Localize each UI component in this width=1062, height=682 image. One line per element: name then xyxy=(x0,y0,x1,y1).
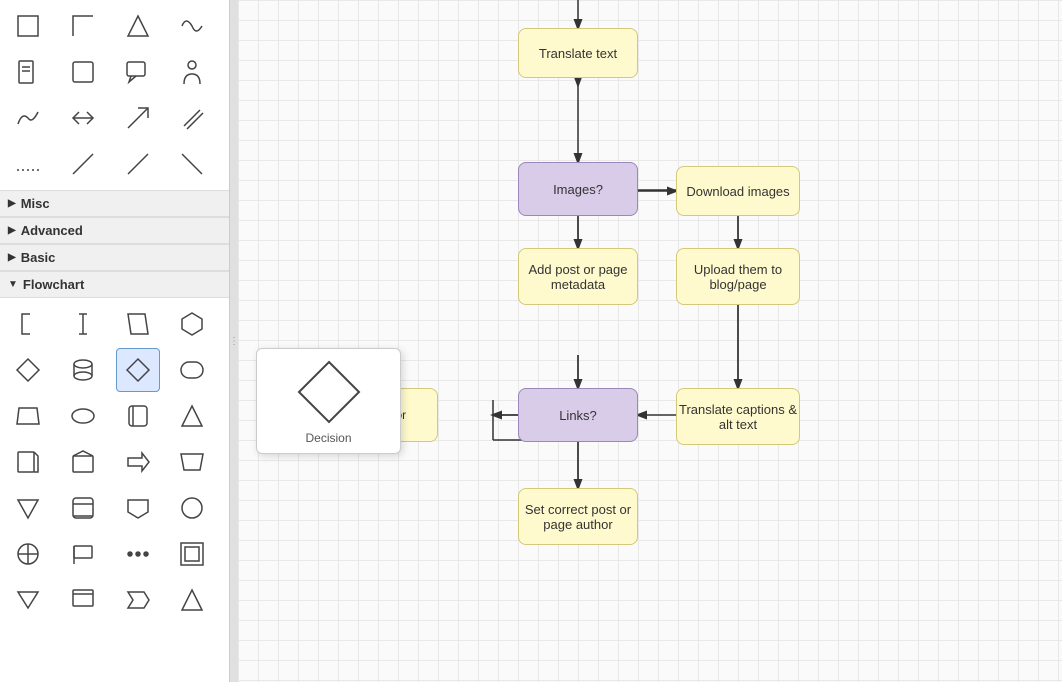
shape-bracket-both[interactable] xyxy=(61,302,105,346)
shapes-top-grid xyxy=(0,0,229,190)
shape-rectangle-multi[interactable] xyxy=(61,578,105,622)
tooltip-shape-name: Decision xyxy=(269,431,388,445)
node-upload-blog[interactable]: Upload them to blog/page xyxy=(676,248,800,305)
shape-wave[interactable] xyxy=(170,4,214,48)
shape-chevron[interactable] xyxy=(116,578,160,622)
advanced-arrow: ▶ xyxy=(8,225,16,236)
shape-person[interactable] xyxy=(170,50,214,94)
shape-dotted-line[interactable] xyxy=(6,142,50,186)
shape-ellipse[interactable] xyxy=(61,394,105,438)
shape-up-triangle2[interactable] xyxy=(170,578,214,622)
shape-diamond-selected[interactable] xyxy=(116,348,160,392)
node-translate-text[interactable]: Translate text xyxy=(518,28,638,78)
node-images[interactable]: Images? xyxy=(518,162,638,216)
shape-circle[interactable] xyxy=(170,486,214,530)
shape-arrow-right[interactable] xyxy=(116,440,160,484)
node-translate-captions[interactable]: Translate captions & alt text xyxy=(676,388,800,445)
shape-scroll[interactable] xyxy=(116,394,160,438)
shape-diagonal-arrow[interactable] xyxy=(116,96,160,140)
shape-target[interactable] xyxy=(6,532,50,576)
shape-backslash[interactable] xyxy=(170,142,214,186)
canvas-area[interactable]: Translate text Images? Download images A… xyxy=(238,0,1062,682)
section-flowchart[interactable]: ▼ Flowchart xyxy=(0,271,229,298)
shape-pencil[interactable] xyxy=(170,96,214,140)
shape-square-filled[interactable] xyxy=(61,50,105,94)
shape-triangle-down[interactable] xyxy=(6,486,50,530)
node-links[interactable]: Links? xyxy=(518,388,638,442)
shape-cylinder[interactable] xyxy=(61,348,105,392)
section-basic[interactable]: ▶ Basic xyxy=(0,244,229,271)
shape-squiggle[interactable] xyxy=(6,96,50,140)
shape-square-outline[interactable] xyxy=(6,4,50,48)
tooltip-diamond-shape xyxy=(269,357,388,427)
shape-inverted-triangle[interactable] xyxy=(116,486,160,530)
shape-flag[interactable] xyxy=(61,532,105,576)
shape-trapezoid[interactable] xyxy=(6,394,50,438)
flowchart-shapes-grid xyxy=(0,298,229,626)
shape-callout[interactable] xyxy=(116,50,160,94)
section-advanced[interactable]: ▶ Advanced xyxy=(0,217,229,244)
shape-diagonal-line[interactable] xyxy=(116,142,160,186)
shape-rounded-square[interactable] xyxy=(61,486,105,530)
section-misc[interactable]: ▶ Misc xyxy=(0,190,229,217)
shape-dots[interactable] xyxy=(116,532,160,576)
shape-right-angle[interactable] xyxy=(61,4,105,48)
flowchart-arrow: ▼ xyxy=(8,279,18,290)
section-flowchart-label: Flowchart xyxy=(23,277,84,292)
flowchart-svg xyxy=(238,0,1062,682)
shape-rounded-rect[interactable] xyxy=(170,348,214,392)
misc-arrow: ▶ xyxy=(8,198,16,209)
basic-arrow: ▶ xyxy=(8,252,16,263)
shape-double-arrow[interactable] xyxy=(61,96,105,140)
shape-tooltip-popup: Decision xyxy=(256,348,401,454)
section-basic-label: Basic xyxy=(21,250,56,265)
node-download-images[interactable]: Download images xyxy=(676,166,800,216)
shape-hexagon[interactable] xyxy=(170,302,214,346)
shape-bracket-left[interactable] xyxy=(6,302,50,346)
panel-divider[interactable]: ⋮ xyxy=(230,0,238,682)
shape-triangle[interactable] xyxy=(116,4,160,48)
shape-rhombus[interactable] xyxy=(6,348,50,392)
shape-inv-trapezoid[interactable] xyxy=(170,440,214,484)
section-misc-label: Misc xyxy=(21,196,50,211)
shape-parallelogram[interactable] xyxy=(116,302,160,346)
sidebar: ▶ Misc ▶ Advanced ▶ Basic ▼ Flowchart xyxy=(0,0,230,682)
shape-triangle-up[interactable] xyxy=(170,394,214,438)
shape-pentagon[interactable] xyxy=(61,440,105,484)
shape-note[interactable] xyxy=(6,440,50,484)
shape-doc[interactable] xyxy=(6,50,50,94)
shape-frame[interactable] xyxy=(170,532,214,576)
shape-down-triangle[interactable] xyxy=(6,578,50,622)
shape-slash[interactable] xyxy=(61,142,105,186)
section-advanced-label: Advanced xyxy=(21,223,83,238)
node-set-author[interactable]: Set correct post or page author xyxy=(518,488,638,545)
node-add-metadata[interactable]: Add post or page metadata xyxy=(518,248,638,305)
